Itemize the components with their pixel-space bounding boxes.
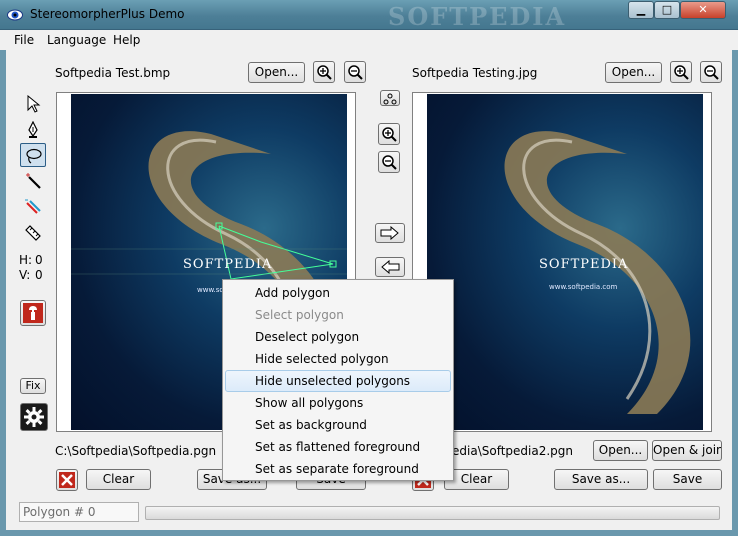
menu-hide-unselected-polygons[interactable]: Hide unselected polygons (225, 370, 451, 392)
right-open-button[interactable]: Open... (605, 62, 662, 83)
open-join-button[interactable]: Open & join... (652, 440, 722, 461)
left-zoom-in-button[interactable] (313, 61, 335, 83)
left-image-logo: SOFTPEDIA (183, 257, 273, 272)
menu-deselect-polygon[interactable]: Deselect polygon (225, 326, 451, 348)
polygon-status: Polygon # 0 (19, 502, 139, 522)
tool-lasso[interactable] (20, 143, 46, 167)
menu-add-polygon[interactable]: Add polygon (225, 282, 451, 304)
v-label: V: (19, 268, 31, 282)
app-eye-icon (7, 9, 23, 21)
left-zoom-out-button[interactable] (344, 61, 366, 83)
right-image-logo: SOFTPEDIA (539, 257, 629, 272)
window-title: StereomorpherPlus Demo (30, 7, 185, 21)
right-zoom-out-button[interactable] (700, 61, 722, 83)
pen-icon (28, 121, 38, 138)
copy-left-button[interactable] (375, 257, 405, 277)
right-save-as-button[interactable]: Save as... (554, 469, 648, 490)
right-save-button[interactable]: Save (653, 469, 722, 490)
right-image-viewer[interactable]: SOFTPEDIA www.softpedia.com (412, 92, 712, 432)
gear-icon (24, 407, 44, 427)
menu-help[interactable]: Help (113, 33, 140, 47)
menu-show-all-polygons[interactable]: Show all polygons (225, 392, 451, 414)
menu-select-polygon: Select polygon (255, 308, 344, 322)
zoom-in-icon (674, 65, 689, 80)
menu-bar: File Language Help (0, 30, 738, 50)
context-menu: Add polygon Select polygon Deselect poly… (222, 279, 454, 481)
h-label: H: (19, 253, 33, 267)
zoom-in-icon (382, 127, 397, 142)
left-open-button[interactable]: Open... (248, 62, 305, 83)
menu-language[interactable]: Language (47, 33, 106, 47)
magic-wand-icon (26, 173, 41, 189)
center-zoom-in-button[interactable] (378, 123, 400, 145)
zoom-in-icon (317, 65, 332, 80)
v-value: 0 (35, 268, 43, 282)
zoom-out-icon (704, 65, 719, 80)
wrench-button[interactable] (20, 300, 46, 326)
tool-magic-wand[interactable] (20, 169, 46, 193)
delete-x-icon (59, 472, 75, 488)
arrow-pointer-icon (27, 95, 41, 113)
title-bar: StereomorpherPlus Demo SOFTPEDIA ▁ □ ✕ (0, 0, 738, 31)
minimize-button[interactable]: ▁ (628, 1, 654, 19)
wrench-icon (23, 303, 43, 323)
center-zoom-out-button[interactable] (378, 151, 400, 173)
watermark: SOFTPEDIA (388, 2, 567, 31)
multi-wand-icon (25, 199, 41, 214)
maximize-button[interactable]: □ (654, 1, 680, 19)
menu-set-as-background[interactable]: Set as background (225, 414, 451, 436)
tool-ruler[interactable] (20, 221, 46, 245)
tool-pen[interactable] (20, 118, 46, 142)
arrow-right-icon (380, 226, 399, 240)
menu-file[interactable]: File (14, 33, 34, 47)
left-path: C:\Softpedia\Softpedia.pgn (55, 444, 217, 458)
fit-view-icon (383, 93, 397, 105)
progress-bar (145, 506, 720, 520)
menu-set-flattened-foreground[interactable]: Set as flattened foreground (225, 436, 451, 458)
right-path: edia\Softpedia2.pgn (452, 444, 574, 458)
right-image-url: www.softpedia.com (549, 283, 618, 291)
tool-pointer[interactable] (20, 92, 46, 116)
window-frame-right (732, 30, 738, 536)
close-button[interactable]: ✕ (680, 1, 726, 19)
fit-button[interactable] (380, 90, 400, 106)
copy-right-button[interactable] (375, 223, 405, 243)
arrow-left-icon (381, 260, 400, 274)
fix-button[interactable]: Fix (20, 378, 46, 394)
left-clear-button[interactable]: Clear (86, 469, 151, 490)
menu-set-separate-foreground[interactable]: Set as separate foreground (225, 458, 451, 480)
left-filename: Softpedia Test.bmp (55, 66, 171, 80)
zoom-out-icon (348, 65, 363, 80)
ruler-icon (25, 225, 41, 241)
zoom-out-icon (382, 155, 397, 170)
h-value: 0 (35, 253, 43, 267)
lasso-icon (26, 148, 42, 164)
left-delete-button[interactable] (56, 469, 78, 491)
menu-hide-selected-polygon[interactable]: Hide selected polygon (225, 348, 451, 370)
tool-multi-wand[interactable] (20, 195, 46, 219)
right-filename: Softpedia Testing.jpg (412, 66, 538, 80)
right-open2-button[interactable]: Open... (593, 440, 648, 461)
right-zoom-in-button[interactable] (670, 61, 692, 83)
window-frame-bottom (0, 530, 738, 536)
settings-button[interactable] (20, 403, 48, 431)
window-frame-left (0, 30, 6, 536)
